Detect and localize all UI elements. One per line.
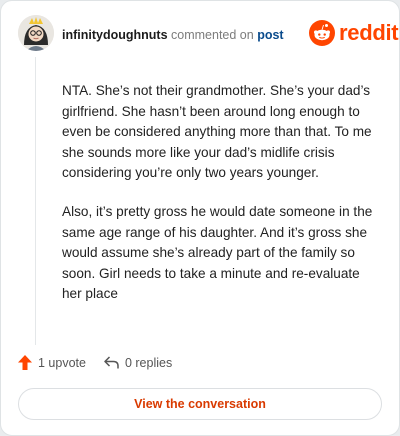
comment-paragraph: NTA. She’s not their grandmother. She’s …: [62, 83, 372, 181]
thread-line: [35, 57, 36, 345]
upvote-arrow-icon: [18, 355, 32, 370]
username-link[interactable]: infinitydoughnuts: [62, 28, 168, 42]
comment-paragraph: Also, it’s pretty gross he would date so…: [62, 203, 373, 302]
reddit-snoo-icon: [309, 20, 335, 46]
comment-header: infinitydoughnuts commented on post: [62, 27, 284, 43]
comment-card: infinitydoughnuts commented on post redd…: [0, 0, 400, 436]
reddit-logo[interactable]: reddit: [309, 20, 399, 46]
reply-arrow-icon: [104, 356, 119, 369]
replies-button[interactable]: 0 replies: [104, 356, 172, 370]
view-conversation-button[interactable]: View the conversation: [18, 388, 382, 420]
reddit-wordmark: reddit: [339, 20, 399, 45]
comment-actions: 1 upvote 0 replies: [18, 355, 190, 370]
comment-body: NTA. She’s not their grandmother. She’s …: [62, 81, 382, 323]
replies-count: 0 replies: [124, 355, 173, 370]
upvote-button[interactable]: 1 upvote: [18, 355, 86, 370]
user-avatar[interactable]: [18, 15, 54, 51]
upvote-count: 1 upvote: [38, 355, 86, 370]
commented-text: commented on: [171, 28, 254, 42]
post-link[interactable]: post: [257, 28, 283, 42]
